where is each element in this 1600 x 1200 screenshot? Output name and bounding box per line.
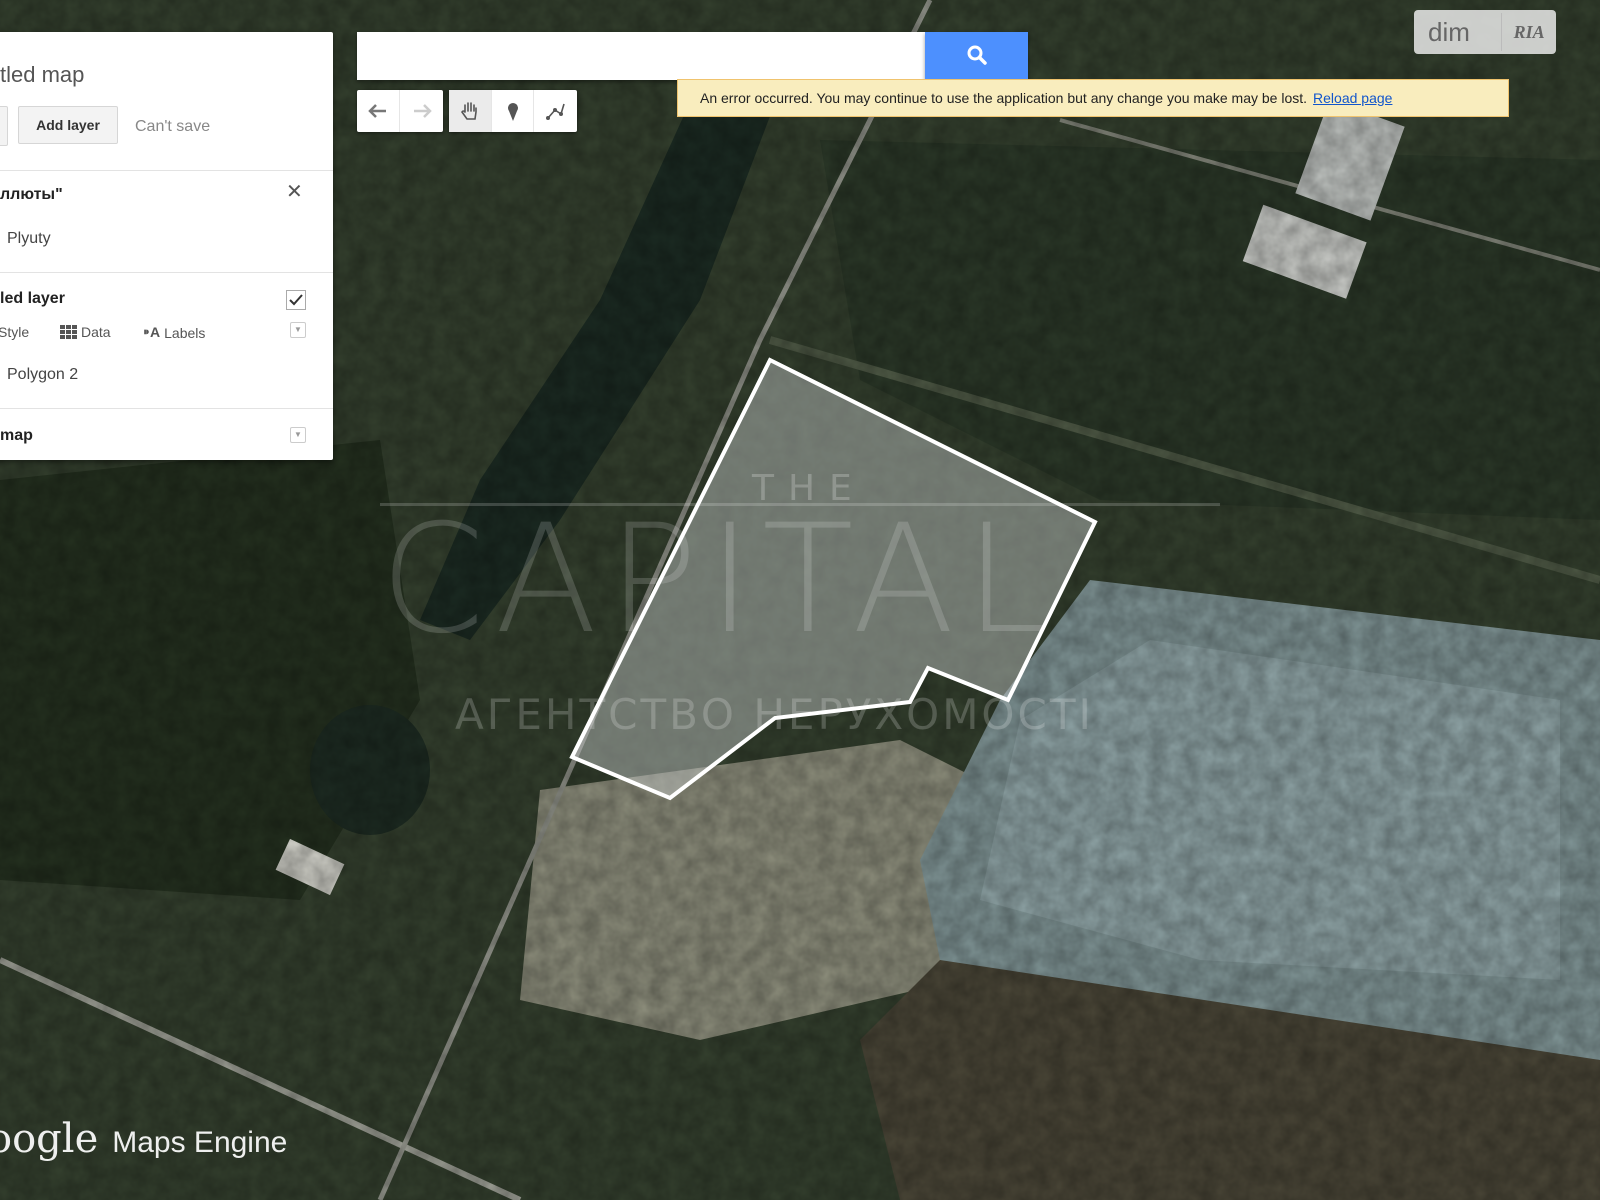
style-label: Style	[0, 324, 30, 340]
style-option[interactable]: Style	[0, 324, 29, 340]
search-icon	[967, 45, 987, 65]
redo-icon	[413, 104, 432, 118]
layer-item-plyuty[interactable]: Plyuty	[7, 230, 51, 248]
divider	[0, 408, 333, 409]
table-icon	[60, 325, 77, 339]
layer-visibility-checkbox[interactable]	[286, 290, 306, 310]
logo-ria-text: RIA	[1501, 13, 1556, 51]
draw-line-button[interactable]	[534, 90, 577, 132]
divider	[0, 272, 333, 273]
layer-title-plyuty[interactable]: ллюты"	[0, 186, 63, 204]
data-option[interactable]: Data	[60, 324, 111, 340]
hand-icon	[460, 102, 477, 120]
reload-page-link[interactable]: Reload page	[1313, 90, 1392, 106]
watermark-subtitle: АГЕНТСТВО НЕРУХОМОСТІ	[455, 690, 1094, 739]
add-layer-button[interactable]: Add layer	[18, 106, 118, 144]
redo-button[interactable]	[400, 90, 443, 132]
add-content-button[interactable]	[0, 106, 8, 146]
labels-icon: ⁍A	[143, 324, 161, 340]
add-marker-button[interactable]	[492, 90, 535, 132]
dim-ria-logo: dim RIA	[1414, 10, 1556, 54]
maps-engine-text: Maps Engine	[112, 1126, 288, 1159]
base-map-dropdown[interactable]: ▼	[290, 427, 306, 443]
draw-line-icon	[545, 103, 565, 120]
error-message: An error occurred. You may continue to u…	[700, 90, 1308, 106]
search-button[interactable]	[925, 32, 1028, 80]
layer-options-dropdown[interactable]: ▼	[290, 322, 306, 338]
close-icon[interactable]: ✕	[286, 182, 303, 202]
undo-button[interactable]	[357, 90, 400, 132]
data-label: Data	[81, 324, 111, 340]
maps-engine-branding: oogle Maps Engine	[0, 1116, 287, 1162]
undo-icon	[368, 104, 386, 118]
map-title[interactable]: tled map	[0, 62, 84, 88]
marker-icon	[507, 103, 518, 121]
save-status: Can't save	[135, 118, 211, 135]
labels-option[interactable]: ⁍A Labels	[143, 324, 205, 341]
layer-title-untitled[interactable]: led layer	[0, 290, 65, 308]
search-input[interactable]	[357, 32, 925, 80]
logo-dim-text: dim	[1428, 16, 1470, 47]
check-icon	[289, 294, 303, 306]
layer-item-polygon[interactable]: Polygon 2	[7, 366, 78, 384]
labels-label: Labels	[164, 324, 206, 341]
base-map-title[interactable]: map	[0, 427, 33, 445]
google-logo-text: oogle	[0, 1116, 99, 1162]
watermark-capital: CAPITAL	[380, 493, 1059, 667]
error-banner: An error occurred. You may continue to u…	[677, 79, 1509, 117]
history-toolbar	[357, 90, 443, 132]
drawing-toolbar	[449, 90, 577, 132]
layers-panel: tled map Add layer Can't save ллюты" ✕ P…	[0, 32, 333, 460]
pan-tool-button[interactable]	[449, 90, 492, 132]
divider	[0, 170, 333, 171]
